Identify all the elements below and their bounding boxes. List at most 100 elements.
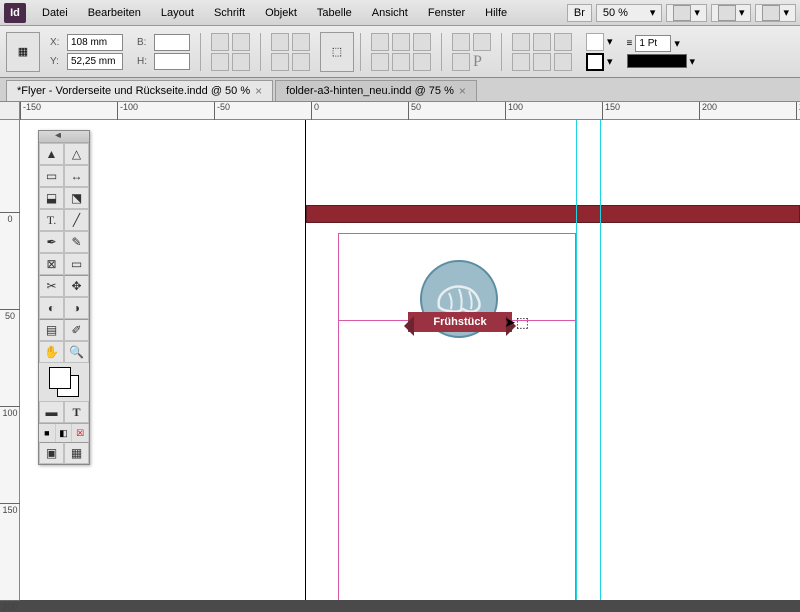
document-canvas[interactable]: Frühstück ➤⬚ [20,120,800,600]
menu-bearbeiten[interactable]: Bearbeiten [78,3,151,23]
tab-folder[interactable]: folder-a3-hinten_neu.indd @ 75 %× [275,80,477,101]
ruler-origin[interactable] [0,102,20,120]
width-input[interactable] [154,34,190,51]
height-input[interactable] [154,53,190,70]
page-edge [305,120,306,600]
center-content-icon[interactable] [413,33,431,51]
chevron-down-icon[interactable]: ▾ [607,35,613,48]
view-options[interactable]: ▾ [666,4,707,22]
text-wrap-icon[interactable] [473,33,491,51]
arrange-documents[interactable]: ▾ [755,4,796,22]
tools-panel[interactable]: ▲△ ▭↔ ⬓⬔ T.╱ ✒✎ ⊠▭ ✂✥ ◐◑ ▤✐ ✋🔍 ▬T ■ ◧ ☒ … [38,130,90,465]
flip-v-icon[interactable] [271,53,289,71]
close-icon[interactable]: × [459,84,466,98]
fill-swatch[interactable] [586,33,604,51]
selection-tool[interactable]: ▲ [39,143,64,165]
horizontal-ruler[interactable]: -150 -100 -50 0 50 100 150 200 250 [20,102,800,120]
scissors-tool[interactable]: ✂ [39,275,64,297]
select-container-icon[interactable] [292,33,310,51]
hand-tool[interactable]: ✋ [39,341,64,363]
page-tool[interactable]: ▭ [39,165,64,187]
red-header-bar[interactable] [306,205,800,223]
stroke-style[interactable] [627,54,687,68]
panel-collapse[interactable] [39,131,89,143]
gap-tool[interactable]: ↔ [64,165,89,187]
stroke-weight-icon: ≡ [627,38,633,49]
fill-stroke-swatches[interactable] [39,363,89,401]
menu-tabelle[interactable]: Tabelle [307,3,362,23]
screen-mode[interactable]: ▾ [711,4,752,22]
zoom-level[interactable]: ▾ [596,4,663,22]
zoom-tool[interactable]: 🔍 [64,341,89,363]
vertical-ruler[interactable]: 0 50 100 150 200 [0,120,20,600]
rotate-icon[interactable] [232,33,250,51]
menu-fenster[interactable]: Fenster [418,3,475,23]
direct-selection-tool[interactable]: △ [64,143,89,165]
apply-gradient-icon[interactable]: ◧ [56,424,73,442]
badge-ribbon[interactable]: Frühstück [408,312,512,332]
close-icon[interactable]: × [255,84,262,98]
eyedropper-tool[interactable]: ✐ [64,319,89,341]
menu-ansicht[interactable]: Ansicht [362,3,418,23]
tab-flyer[interactable]: *Flyer - Vorderseite und Rückseite.indd … [6,80,273,101]
type-tool[interactable]: T. [39,209,64,231]
align-right-icon[interactable] [554,33,572,51]
chevron-down-icon[interactable]: ▾ [607,55,613,68]
chevron-down-icon: ▾ [650,6,656,19]
free-transform-tool[interactable]: ✥ [64,275,89,297]
color-mode-row: ■ ◧ ☒ [39,423,89,442]
gradient-feather-tool[interactable]: ◑ [64,297,89,319]
menu-datei[interactable]: Datei [32,3,78,23]
select-content-icon[interactable] [292,53,310,71]
view-mode-preview[interactable]: ▦ [64,442,89,464]
fit-prop-icon[interactable] [392,53,410,71]
fill-color[interactable] [49,367,71,389]
vertical-guide-1[interactable] [576,120,577,600]
menu-schrift[interactable]: Schrift [204,3,255,23]
fit-content-icon[interactable] [392,33,410,51]
auto-fit-icon[interactable] [413,53,431,71]
align-middle-icon[interactable] [533,53,551,71]
rectangle-tool[interactable]: ▭ [64,253,89,275]
apply-text[interactable]: T [64,401,89,423]
constrain-icon[interactable]: ⬚ [320,32,354,72]
stroke-weight-input[interactable] [635,35,671,52]
height-label: H: [137,56,151,67]
pencil-tool[interactable]: ✎ [64,231,89,253]
vertical-guide-2[interactable] [600,120,601,600]
align-top-icon[interactable] [512,53,530,71]
scale-y-icon[interactable] [211,53,229,71]
effects-icon[interactable] [452,53,470,71]
menu-layout[interactable]: Layout [151,3,204,23]
x-position-input[interactable] [67,34,123,51]
reference-point[interactable]: ▦ [6,32,40,72]
note-tool[interactable]: ▤ [39,319,64,341]
align-center-icon[interactable] [533,33,551,51]
chevron-down-icon[interactable]: ▾ [690,55,696,68]
fit-frame-icon[interactable] [371,33,389,51]
align-left-icon[interactable] [512,33,530,51]
align-bottom-icon[interactable] [554,53,572,71]
pen-tool[interactable]: ✒ [39,231,64,253]
flip-h-icon[interactable] [271,33,289,51]
scale-x-icon[interactable] [211,33,229,51]
view-mode-normal[interactable]: ▣ [39,442,64,464]
menu-objekt[interactable]: Objekt [255,3,307,23]
apply-fill-icon[interactable]: ■ [39,424,56,442]
apply-none-icon[interactable]: ☒ [72,424,89,442]
bridge-button[interactable]: Br [567,4,592,22]
apply-color[interactable]: ▬ [39,401,64,423]
menu-hilfe[interactable]: Hilfe [475,3,517,23]
corner-options-icon[interactable] [452,33,470,51]
line-tool[interactable]: ╱ [64,209,89,231]
shear-icon[interactable] [232,53,250,71]
stroke-swatch[interactable] [586,53,604,71]
chevron-down-icon[interactable]: ▾ [674,37,680,50]
content-collector-tool[interactable]: ⬓ [39,187,64,209]
y-position-input[interactable] [67,53,123,70]
fill-frame-icon[interactable] [371,53,389,71]
gradient-swatch-tool[interactable]: ◐ [39,297,64,319]
content-placer-tool[interactable]: ⬔ [64,187,89,209]
document-tabs: *Flyer - Vorderseite und Rückseite.indd … [0,78,800,102]
rectangle-frame-tool[interactable]: ⊠ [39,253,64,275]
